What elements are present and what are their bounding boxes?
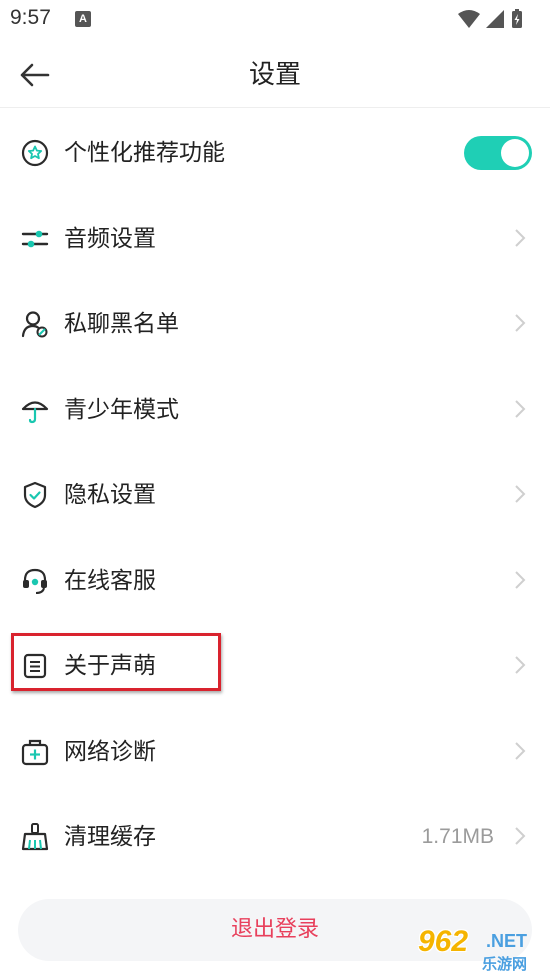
setting-clear-cache[interactable]: 清理缓存 1.71MB — [0, 794, 550, 880]
status-indicators — [458, 9, 522, 28]
setting-label: 网络诊断 — [64, 738, 156, 765]
setting-teen-mode[interactable]: 青少年模式 — [0, 367, 550, 453]
status-time: 9:57 — [10, 6, 51, 29]
setting-personalized-recommendation: 个性化推荐功能 — [0, 110, 550, 196]
setting-label: 清理缓存 — [64, 824, 156, 850]
headset-icon — [23, 568, 47, 594]
signal-icon — [486, 10, 504, 28]
document-icon — [23, 653, 47, 679]
chevron-right-icon — [515, 741, 526, 760]
wifi-icon — [458, 10, 480, 28]
setting-online-customer-service[interactable]: 在线客服 — [0, 538, 550, 624]
umbrella-icon — [21, 400, 49, 423]
star-badge-icon — [21, 139, 49, 167]
setting-label: 音频设置 — [64, 225, 156, 252]
chevron-right-icon — [515, 656, 526, 674]
site-watermark: 962 .NET 乐游网 — [412, 925, 546, 975]
notification-icon: A — [75, 11, 91, 27]
setting-about[interactable]: 关于声萌 — [0, 623, 550, 709]
broom-icon — [21, 823, 49, 851]
chevron-right-icon — [515, 485, 526, 503]
medical-kit-icon — [21, 739, 49, 765]
shield-check-icon — [23, 481, 47, 509]
sliders-icon — [21, 230, 49, 247]
settings-list: 个性化推荐功能 音频设置 私聊黑名单 青少年模式 隐私设置 在线客服 关于声萌 … — [0, 110, 550, 880]
setting-label: 隐私设置 — [64, 482, 156, 508]
page-title: 设置 — [248, 60, 301, 90]
setting-label: 关于声萌 — [64, 653, 156, 679]
chevron-right-icon — [515, 399, 526, 418]
header: 设置 — [0, 40, 550, 108]
chevron-right-icon — [515, 228, 526, 247]
setting-label: 个性化推荐功能 — [64, 140, 225, 166]
setting-privacy[interactable]: 隐私设置 — [0, 452, 550, 538]
toggle-knob — [501, 139, 529, 167]
cache-size-value: 1.71MB — [421, 825, 494, 848]
setting-network-diagnosis[interactable]: 网络诊断 — [0, 709, 550, 795]
setting-audio[interactable]: 音频设置 — [0, 196, 550, 282]
watermark-suffix: .NET — [486, 931, 528, 951]
setting-label: 私聊黑名单 — [64, 311, 179, 337]
chevron-right-icon — [515, 314, 526, 332]
chevron-right-icon — [515, 570, 526, 589]
setting-label: 在线客服 — [64, 567, 156, 594]
watermark-site: 乐游网 — [482, 955, 528, 973]
personalized-recommendation-toggle[interactable] — [464, 136, 532, 170]
setting-private-chat-blacklist[interactable]: 私聊黑名单 — [0, 281, 550, 367]
battery-icon — [512, 9, 522, 28]
watermark-number: 962 — [418, 925, 469, 958]
chevron-right-icon — [515, 827, 526, 845]
status-bar: 9:57 A — [0, 0, 550, 40]
user-block-icon — [21, 311, 48, 338]
setting-label: 青少年模式 — [64, 396, 179, 423]
